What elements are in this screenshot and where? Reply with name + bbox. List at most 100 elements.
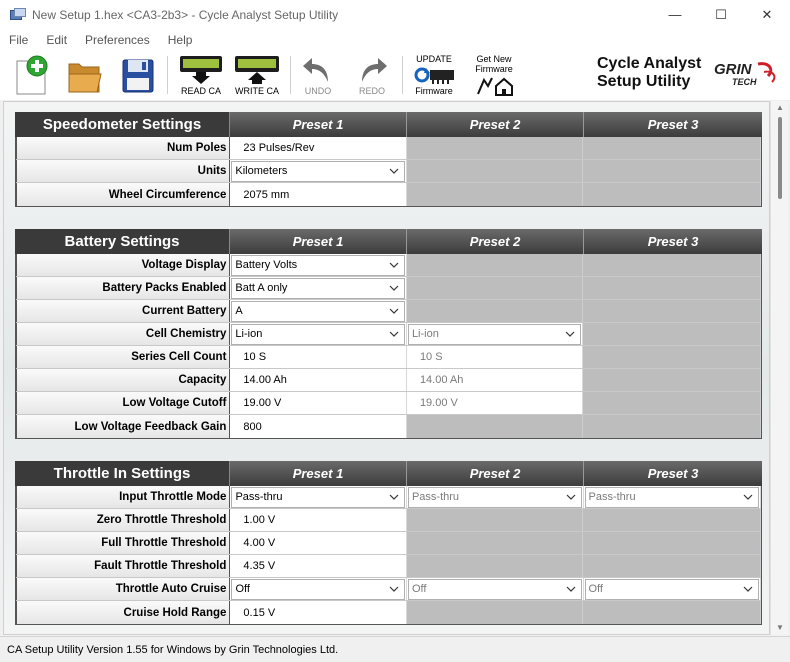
redo-icon (362, 58, 387, 82)
dropdown-value: Pass-thru (411, 491, 460, 503)
throttle-mode-dropdown-p2[interactable]: Pass-thru (407, 486, 582, 508)
disabled-cell (583, 277, 761, 299)
row-full-throttle-threshold: Full Throttle Threshold 4.00 V (16, 532, 761, 555)
wheel-circumference-input[interactable]: 2075 mm (230, 183, 407, 206)
disabled-cell (583, 555, 761, 577)
num-poles-input[interactable]: 23 Pulses/Rev (230, 137, 407, 159)
row-label: Wheel Circumference (16, 183, 231, 206)
low-voltage-cutoff-input-p2[interactable]: 19.00 V (406, 392, 584, 414)
window-title: New Setup 1.hex <CA3-2b3> - Cycle Analys… (32, 7, 339, 22)
row-label: Zero Throttle Threshold (16, 509, 231, 531)
row-cell-chemistry: Cell Chemistry Li-ion Li-ion (16, 323, 761, 346)
disabled-cell (583, 346, 761, 368)
row-label: Cell Chemistry (16, 323, 231, 345)
battery-packs-dropdown[interactable]: Batt A only (231, 277, 405, 299)
units-dropdown[interactable]: Kilometers (231, 160, 405, 182)
grin-tech-logo: GRIN TECH (714, 61, 776, 87)
low-voltage-cutoff-input-p1[interactable]: 19.00 V (230, 392, 407, 414)
row-label: Low Voltage Cutoff (16, 392, 231, 414)
scroll-thumb[interactable] (778, 117, 782, 199)
row-throttle-auto-cruise: Throttle Auto Cruise Off Off Off (16, 578, 762, 601)
row-label: Cruise Hold Range (16, 601, 231, 624)
row-label: Current Battery (16, 300, 231, 322)
settings-panel[interactable]: Speedometer Settings Preset 1 Preset 2 P… (3, 101, 770, 635)
update-firmware-button[interactable]: UPDATE Firmware (408, 52, 460, 98)
disabled-cell (583, 300, 761, 322)
dropdown-value: Li-ion (411, 328, 439, 340)
auto-cruise-dropdown-p3[interactable]: Off (584, 578, 760, 600)
vertical-scrollbar[interactable]: ▲ ▼ (770, 101, 788, 635)
menu-preferences[interactable]: Preferences (76, 33, 159, 47)
preset-1-header: Preset 1 (230, 229, 407, 254)
get-new-firmware-button[interactable]: Get New Firmware (468, 52, 520, 98)
disabled-cell (583, 137, 761, 159)
throttle-mode-dropdown-p3[interactable]: Pass-thru (584, 486, 760, 508)
undo-label: UNDO (304, 86, 332, 96)
preset-2-header: Preset 2 (407, 112, 584, 137)
dropdown-value: Pass-thru (235, 491, 283, 503)
feedback-gain-input[interactable]: 800 (230, 415, 407, 438)
redo-button[interactable]: REDO (352, 52, 392, 98)
row-input-throttle-mode: Input Throttle Mode Pass-thru Pass-thru … (16, 486, 762, 509)
menu-bar: File Edit Preferences Help (0, 29, 790, 50)
scroll-up-icon[interactable]: ▲ (771, 101, 789, 115)
row-capacity: Capacity 14.00 Ah 14.00 Ah (16, 369, 761, 392)
dropdown-value: Li-ion (235, 328, 263, 340)
chevron-down-icon (566, 586, 575, 592)
full-throttle-input[interactable]: 4.00 V (230, 532, 407, 554)
auto-cruise-dropdown-p2[interactable]: Off (407, 578, 582, 600)
capacity-input-p2[interactable]: 14.00 Ah (406, 369, 584, 391)
cell-chemistry-dropdown-p2[interactable]: Li-ion (407, 323, 582, 345)
write-device-icon (235, 56, 279, 84)
close-button[interactable]: ✕ (744, 0, 790, 29)
row-label: Fault Throttle Threshold (16, 555, 231, 577)
dropdown-value: Batt A only (235, 282, 288, 294)
capacity-input-p1[interactable]: 14.00 Ah (230, 369, 407, 391)
disabled-cell (406, 183, 584, 206)
current-battery-dropdown[interactable]: A (231, 300, 405, 322)
cruise-hold-range-input[interactable]: 0.15 V (230, 601, 407, 624)
menu-edit[interactable]: Edit (37, 33, 76, 47)
zero-throttle-input[interactable]: 1.00 V (230, 509, 407, 531)
chevron-down-icon (743, 494, 753, 500)
open-file-button[interactable] (65, 52, 105, 98)
dropdown-value: Off (411, 583, 427, 595)
undo-button[interactable]: UNDO (298, 52, 338, 98)
section-title: Battery Settings (15, 229, 230, 254)
auto-cruise-dropdown-p1[interactable]: Off (231, 578, 405, 600)
preset-1-header: Preset 1 (230, 112, 407, 137)
svg-text:TECH: TECH (732, 77, 757, 87)
disabled-cell (406, 601, 584, 624)
update-label: UPDATE (416, 54, 452, 64)
throttle-mode-dropdown-p1[interactable]: Pass-thru (231, 486, 405, 508)
save-button[interactable] (118, 52, 158, 98)
dropdown-value: Pass-thru (588, 491, 636, 503)
write-ca-button[interactable]: WRITE CA (230, 52, 284, 98)
series-cell-count-input-p1[interactable]: 10 S (230, 346, 407, 368)
cell-chemistry-dropdown-p1[interactable]: Li-ion (231, 323, 405, 345)
row-units: Units Kilometers (16, 160, 761, 183)
preset-3-header: Preset 3 (584, 461, 762, 486)
dropdown-value: Off (588, 583, 603, 595)
status-text: CA Setup Utility Version 1.55 for Window… (7, 643, 339, 656)
row-label: Low Voltage Feedback Gain (16, 415, 231, 438)
series-cell-count-input-p2[interactable]: 10 S (406, 346, 584, 368)
menu-file[interactable]: File (0, 33, 37, 47)
voltage-display-dropdown[interactable]: Battery Volts (231, 254, 405, 276)
brand-line2: Setup Utility (597, 73, 691, 90)
scroll-down-icon[interactable]: ▼ (771, 621, 789, 635)
read-ca-button[interactable]: READ CA (176, 52, 226, 98)
dropdown-value: A (235, 305, 243, 317)
maximize-button[interactable]: ☐ (698, 0, 744, 29)
chevron-down-icon (389, 285, 399, 291)
menu-help[interactable]: Help (159, 33, 202, 47)
svg-text:GRIN: GRIN (714, 61, 753, 78)
disabled-cell (406, 254, 584, 276)
minimize-button[interactable]: — (652, 0, 698, 29)
fault-throttle-input[interactable]: 4.35 V (230, 555, 407, 577)
row-fault-throttle-threshold: Fault Throttle Threshold 4.35 V (16, 555, 761, 578)
disabled-cell (406, 509, 584, 531)
new-file-button[interactable] (12, 52, 52, 98)
dropdown-value: Kilometers (235, 165, 288, 177)
row-voltage-display: Voltage Display Battery Volts (16, 254, 761, 277)
